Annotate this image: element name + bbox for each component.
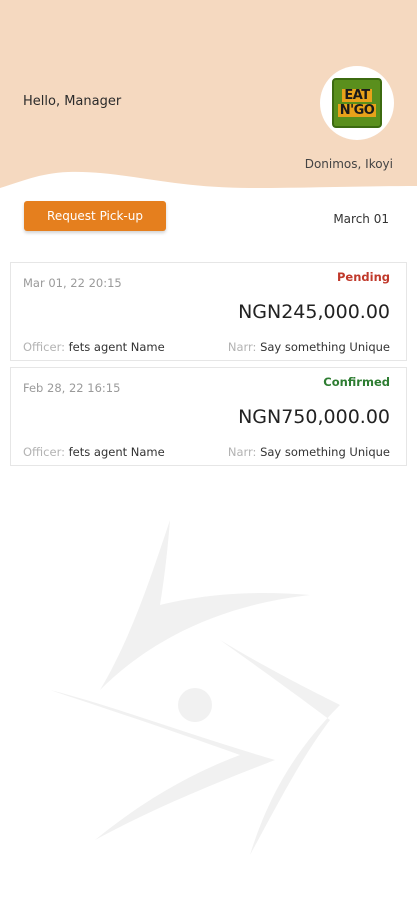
request-pickup-button[interactable]: Request Pick-up [24, 201, 166, 231]
transaction-card[interactable]: Mar 01, 22 20:15 Pending NGN245,000.00 O… [10, 262, 407, 361]
transaction-narration: Narr: Say something Unique [228, 340, 390, 354]
narration-label: Narr: [227, 445, 257, 459]
transaction-amount: NGN245,000.00 [238, 301, 390, 323]
header: Hello, Manager EAT N'GO Donimos, Ikoyi [0, 0, 417, 200]
transaction-officer: Officer: fets agent Name [23, 340, 165, 354]
logo-text-line-1: EAT [342, 88, 372, 103]
transaction-status-badge: Confirmed [323, 375, 390, 389]
transaction-narration: Narr: Say something Unique [228, 445, 390, 459]
transaction-card[interactable]: Feb 28, 22 16:15 Confirmed NGN750,000.00… [10, 367, 407, 466]
officer-name: fets agent Name [68, 340, 165, 354]
officer-name: fets agent Name [68, 445, 165, 459]
narration-text: Say something Unique [260, 445, 390, 459]
transaction-status-badge: Pending [336, 270, 390, 284]
watermark-logo [50, 520, 340, 855]
logo-text-line-2: N'GO [337, 103, 377, 118]
transaction-datetime: Feb 28, 22 16:15 [23, 381, 121, 395]
greeting-text: Hello, Manager [23, 94, 122, 109]
brand-logo: EAT N'GO [332, 78, 382, 128]
officer-label: Officer: [23, 445, 65, 459]
brand-logo-circle[interactable]: EAT N'GO [320, 66, 394, 140]
transaction-officer: Officer: fets agent Name [23, 445, 165, 459]
narration-text: Say something Unique [260, 340, 390, 354]
transaction-amount: NGN750,000.00 [238, 406, 390, 428]
transaction-datetime: Mar 01, 22 20:15 [23, 276, 122, 290]
narration-label: Narr: [227, 340, 257, 354]
officer-label: Officer: [23, 340, 65, 354]
location-label: Donimos, Ikoyi [304, 157, 393, 171]
date-label: March 01 [333, 212, 389, 226]
